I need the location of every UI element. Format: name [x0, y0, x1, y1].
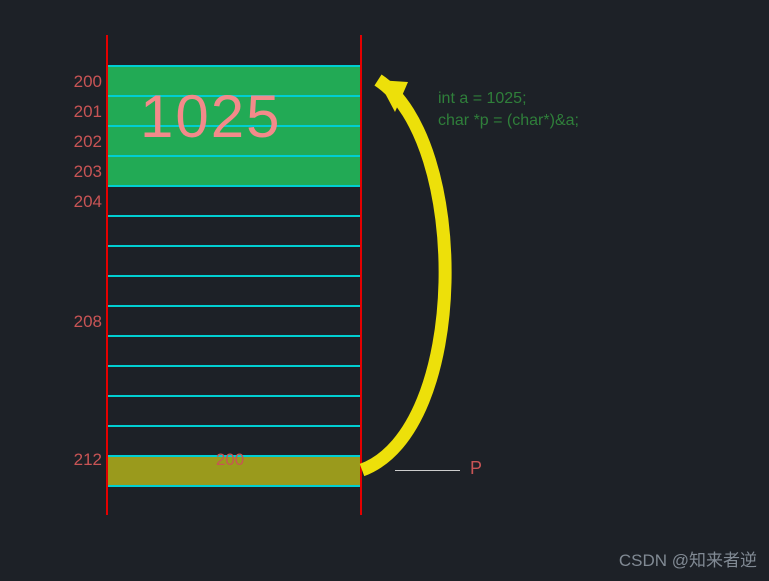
- code-line-2: char *p = (char*)&a;: [438, 112, 579, 130]
- addr-label-212: 212: [62, 450, 102, 470]
- row-border: [107, 185, 360, 187]
- memory-left-border: [106, 35, 108, 515]
- pointer-cell-value: 200: [200, 450, 260, 470]
- row-border: [107, 65, 360, 67]
- memory-right-border: [360, 35, 362, 515]
- row-border: [107, 365, 360, 367]
- row-border: [107, 275, 360, 277]
- row-border: [107, 305, 360, 307]
- pointer-label: P: [470, 458, 482, 479]
- row-border: [107, 215, 360, 217]
- int-value: 1025: [140, 82, 281, 151]
- row-border: [107, 245, 360, 247]
- addr-label-203: 203: [62, 162, 102, 182]
- addr-label-204: 204: [62, 192, 102, 212]
- row-border: [107, 335, 360, 337]
- row-border: [107, 425, 360, 427]
- row-border: [107, 485, 360, 487]
- addr-label-200: 200: [62, 72, 102, 92]
- watermark: CSDN @知来者逆: [619, 546, 757, 571]
- pointer-label-line: [395, 470, 460, 471]
- row-border: [107, 395, 360, 397]
- memory-diagram: 200 201 202 203 204 208 212 1025 200 int…: [0, 0, 769, 581]
- addr-label-201: 201: [62, 102, 102, 122]
- row-border: [107, 155, 360, 157]
- addr-label-202: 202: [62, 132, 102, 152]
- code-line-1: int a = 1025;: [438, 90, 527, 108]
- addr-label-208: 208: [62, 312, 102, 332]
